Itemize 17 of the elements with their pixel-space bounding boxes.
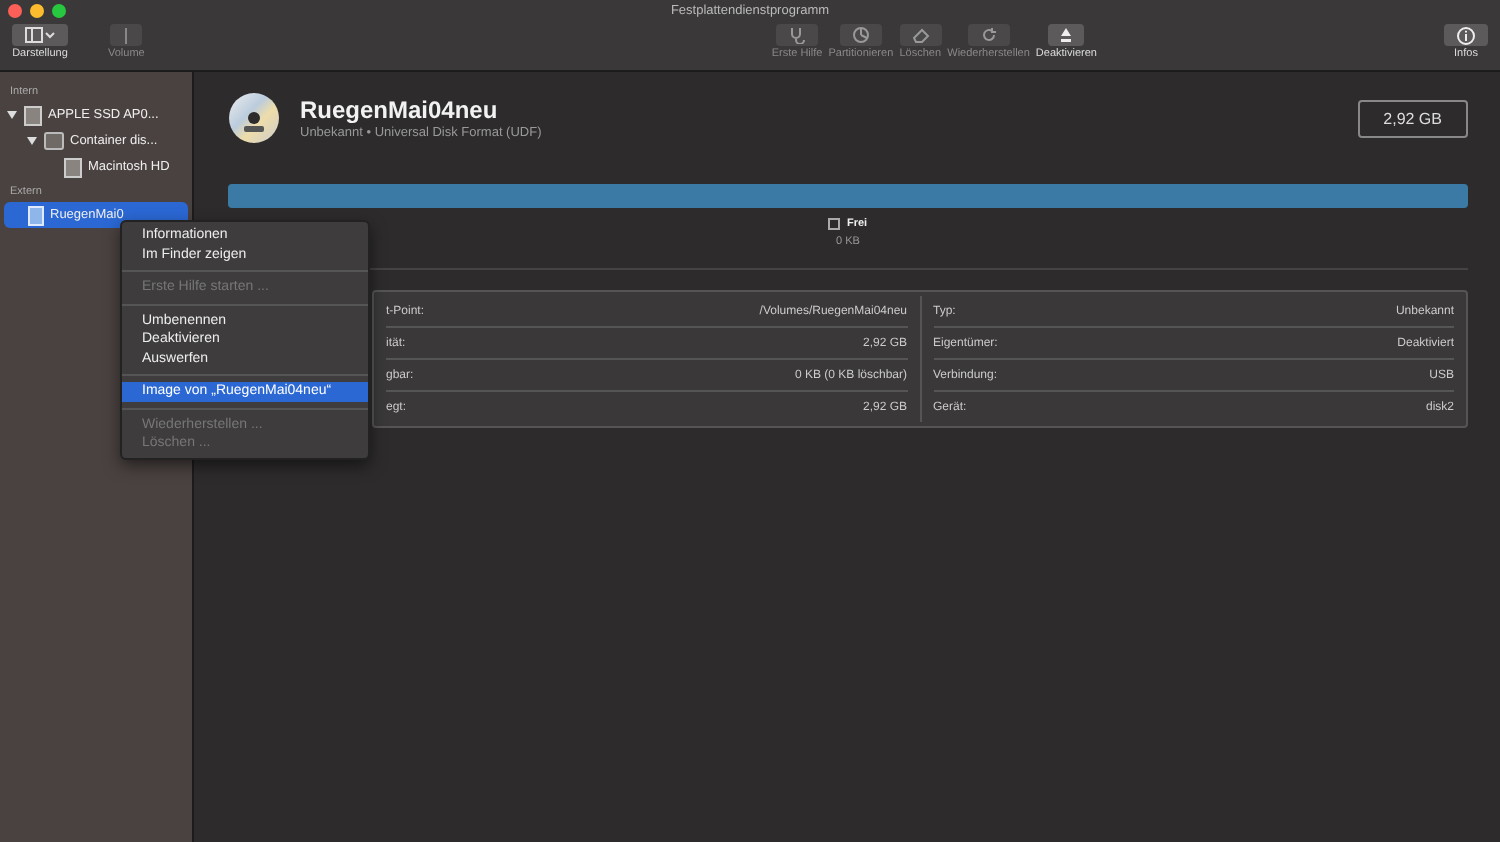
- close-button[interactable]: [8, 4, 22, 18]
- stethoscope-icon: [788, 26, 807, 44]
- free-space-icon: [828, 218, 841, 230]
- disclosure-icon[interactable]: [26, 136, 38, 146]
- eraser-icon: [911, 26, 930, 44]
- drive-icon: [28, 205, 44, 225]
- volume-size: 2,92 GB: [1357, 99, 1468, 137]
- dvd-icon: [228, 92, 280, 144]
- volume-name: RuegenMai04neu: [300, 96, 500, 124]
- disclosure-icon[interactable]: [6, 110, 18, 120]
- sidebar-icon: [24, 26, 56, 44]
- rotate-icon: [979, 26, 998, 44]
- eject-icon: [1060, 26, 1073, 44]
- minimize-button[interactable]: [30, 4, 44, 18]
- info-icon: [1455, 25, 1476, 45]
- zoom-button[interactable]: [52, 4, 66, 18]
- pie-icon: [851, 26, 870, 44]
